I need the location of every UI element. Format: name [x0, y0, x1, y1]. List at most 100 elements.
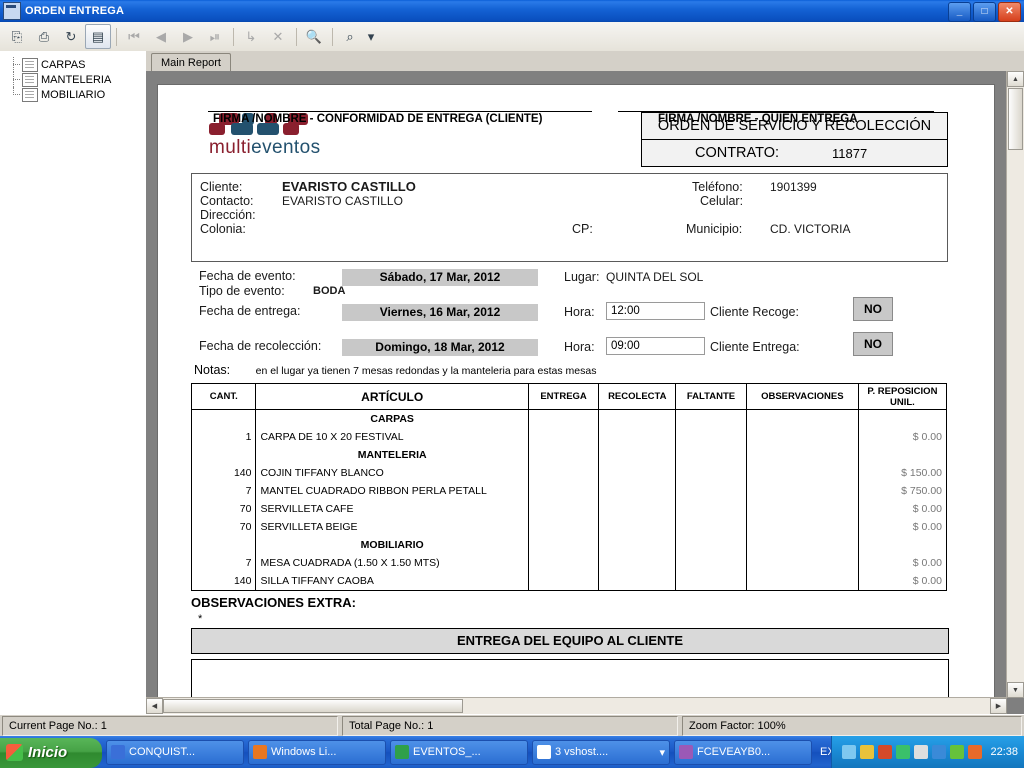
section-precio — [857, 409, 948, 428]
scroll-up-button[interactable]: ▲ — [1007, 71, 1024, 87]
export-report-icon[interactable]: ⎘ — [4, 24, 30, 49]
first-page-icon[interactable]: ⏮ — [121, 24, 147, 49]
tree-item-manteleria[interactable]: MANTELERIA — [6, 72, 144, 87]
hora-recoleccion-label: Hora: — [564, 340, 595, 354]
row-entrega — [527, 464, 600, 482]
window-title: ORDEN ENTREGA — [25, 5, 125, 17]
zoom-dropdown-icon[interactable]: ▾ — [364, 24, 378, 49]
clock[interactable]: 22:38 — [990, 746, 1018, 758]
section-observaciones — [745, 536, 859, 554]
stop-loading-icon[interactable]: ✕ — [265, 24, 291, 49]
row-observaciones — [745, 500, 859, 518]
battery-icon[interactable] — [968, 745, 983, 759]
vertical-scrollbar[interactable]: ▲ ▼ — [1006, 71, 1024, 698]
zoom-control-icon[interactable]: ⌕ — [337, 24, 363, 49]
contract-value: 11877 — [832, 145, 868, 161]
toggle-group-tree-icon[interactable]: ▤ — [85, 24, 111, 49]
row-observaciones — [745, 482, 859, 500]
row-faltante — [675, 500, 747, 518]
antivirus-icon[interactable] — [878, 745, 893, 759]
go-to-page-icon[interactable]: ↳ — [238, 24, 264, 49]
row-recolecta — [598, 482, 677, 500]
client-info-box: Cliente: EVARISTO CASTILLO Contacto: EVA… — [191, 173, 948, 262]
row-faltante — [675, 518, 747, 536]
scroll-down-button[interactable]: ▼ — [1007, 682, 1024, 698]
table-section-row: MOBILIARIO — [190, 536, 948, 554]
print-report-icon[interactable]: ⎙ — [31, 24, 57, 49]
signature-box — [191, 659, 949, 698]
section-recolecta — [598, 446, 677, 464]
taskbar-item-eventos[interactable]: EVENTOS_... — [390, 739, 528, 765]
contacto-label: Contacto: — [200, 194, 254, 208]
maximize-button[interactable]: □ — [973, 2, 996, 22]
scroll-left-button[interactable]: ◀ — [146, 698, 163, 714]
section-observaciones — [745, 409, 859, 428]
messenger-icon[interactable] — [950, 745, 965, 759]
last-page-icon[interactable]: ⏯ — [202, 24, 228, 49]
tree-item-label: MOBILIARIO — [41, 88, 106, 101]
row-entrega — [527, 482, 600, 500]
report-tab-strip: Main Report — [146, 51, 1024, 72]
direccion-label: Dirección: — [200, 208, 256, 222]
items-table-header-row: CANT. ARTÍCULO ENTREGA RECOLECTA FALTANT… — [190, 383, 948, 410]
tab-main-report[interactable]: Main Report — [151, 53, 231, 72]
section-precio — [857, 446, 948, 464]
report-canvas: multieventos ORDEN DE SERVICIO Y RECOLEC… — [146, 71, 1007, 698]
tree-item-mobiliario[interactable]: MOBILIARIO — [6, 87, 144, 102]
shield-icon[interactable] — [842, 745, 857, 759]
fecha-entrega-label: Fecha de entrega: — [199, 304, 301, 318]
network-icon[interactable] — [860, 745, 875, 759]
section-cant — [190, 446, 257, 464]
signature-line-entrega — [618, 111, 934, 112]
contract-row: CONTRATO: 11877 — [642, 140, 947, 166]
row-precio: $ 750.00 — [857, 482, 948, 500]
row-precio: $ 0.00 — [857, 554, 948, 572]
row-observaciones — [745, 428, 859, 446]
report-toolbar: ⎘ ⎙ ↻ ▤ ⏮ ◀ ▶ ⏯ ↳ ✕ 🔍 ⌕ ▾ — [0, 22, 1024, 52]
col-cant: CANT. — [190, 383, 257, 410]
taskbar-item-fceveayb0[interactable]: FCEVEAYB0... — [674, 739, 812, 765]
taskbar-item-conquist[interactable]: CONQUIST... — [106, 739, 244, 765]
row-articulo: SERVILLETA CAFE — [255, 500, 529, 518]
row-precio: $ 150.00 — [857, 464, 948, 482]
row-cant: 70 — [190, 500, 257, 518]
next-page-icon[interactable]: ▶ — [175, 24, 201, 49]
cliente-entrega-value: NO — [853, 332, 893, 356]
col-observaciones: OBSERVACIONES — [745, 383, 859, 410]
search-text-icon[interactable]: 🔍 — [301, 24, 327, 49]
fecha-recoleccion-label: Fecha de recolección: — [199, 339, 322, 353]
row-precio: $ 0.00 — [857, 518, 948, 536]
start-label: Inicio — [28, 744, 68, 761]
row-recolecta — [598, 428, 677, 446]
horizontal-scroll-thumb[interactable] — [163, 699, 463, 713]
volume-icon[interactable] — [896, 745, 911, 759]
row-observaciones — [745, 554, 859, 572]
update-icon[interactable] — [932, 745, 947, 759]
chevron-down-icon[interactable]: ▾ — [659, 746, 665, 759]
vertical-scroll-thumb[interactable] — [1008, 88, 1023, 150]
taskbar-item-windows-live[interactable]: Windows Li... — [248, 739, 386, 765]
table-row: 70 SERVILLETA BEIGE $ 0.00 — [190, 518, 948, 536]
close-button[interactable]: ✕ — [998, 2, 1021, 22]
row-articulo: CARPA DE 10 X 20 FESTIVAL — [255, 428, 529, 446]
start-button[interactable]: Inicio — [0, 737, 102, 768]
tipo-evento-value: BODA — [313, 285, 346, 297]
section-cant — [190, 536, 257, 554]
row-cant: 7 — [190, 554, 257, 572]
refresh-report-icon[interactable]: ↻ — [58, 24, 84, 49]
scroll-right-button[interactable]: ▶ — [990, 698, 1007, 714]
section-entrega — [527, 409, 600, 428]
observaciones-extra-label: OBSERVACIONES EXTRA: — [191, 595, 356, 610]
taskbar-item-vshost[interactable]: 3 vshost.... ▾ — [532, 739, 670, 765]
group-tree-panel: CARPAS MANTELERIA MOBILIARIO — [0, 51, 147, 714]
tree-item-carpas[interactable]: CARPAS — [6, 57, 144, 72]
lugar-label: Lugar: — [564, 270, 600, 284]
printer-icon[interactable] — [914, 745, 929, 759]
report-node-icon — [22, 72, 38, 87]
horizontal-scrollbar[interactable]: ◀ ▶ — [146, 697, 1007, 714]
previous-page-icon[interactable]: ◀ — [148, 24, 174, 49]
toolbar-separator-1 — [116, 27, 117, 46]
row-entrega — [527, 572, 600, 591]
minimize-button[interactable]: _ — [948, 2, 971, 22]
app-icon — [111, 745, 125, 759]
